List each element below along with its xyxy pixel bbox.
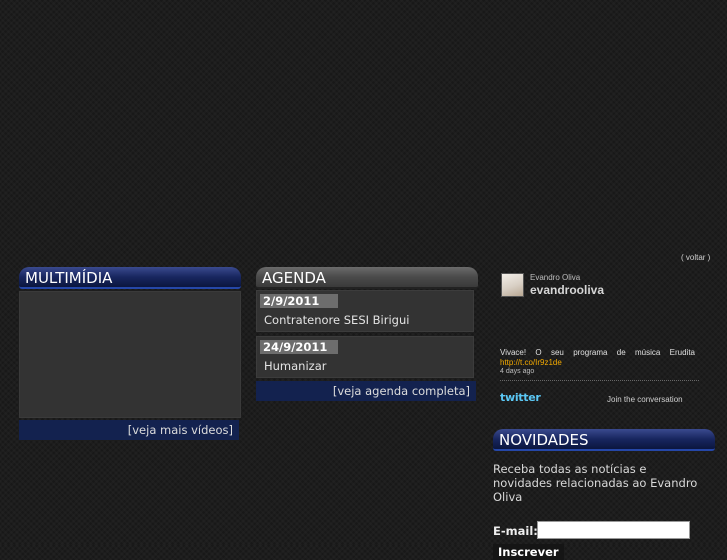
novidades-section: NOVIDADES Receba todas as notícias e nov… [493,429,715,560]
email-field[interactable] [537,521,690,539]
join-conversation-link[interactable]: Join the conversation [607,395,683,404]
twitter-logo-icon[interactable]: twitter [500,392,541,404]
avatar[interactable] [501,273,524,297]
novidades-description: Receba todas as notícias e novidades rel… [493,462,698,504]
tweet-link[interactable]: http://t.co/Ir9z1de [500,358,562,367]
subscribe-button[interactable]: Inscrever [493,544,564,560]
twitter-widget: Evandro Oliva evandrooliva Vivace! O seu… [499,271,701,411]
agenda-item[interactable]: 24/9/2011 Humanizar [256,336,474,378]
twitter-handle[interactable]: evandrooliva [530,283,604,297]
back-link[interactable]: ( voltar ) [681,253,710,262]
twitter-display-name: Evandro Oliva [530,273,581,282]
video-player[interactable] [19,291,241,418]
multimidia-title: MULTIMÍDIA [19,267,241,289]
tweet-time[interactable]: 4 days ago [500,368,534,375]
agenda-date: 24/9/2011 [260,340,338,354]
tweet-text: Vivace! O seu programa de música Erudita [500,348,695,357]
agenda-item[interactable]: 2/9/2011 Contratenore SESI Birigui [256,290,474,332]
agenda-title: AGENDA [256,267,478,289]
multimidia-section: MULTIMÍDIA [veja mais vídeos] [19,267,241,440]
more-videos-link[interactable]: [veja mais vídeos] [19,420,239,440]
agenda-section: AGENDA 2/9/2011 Contratenore SESI Birigu… [256,267,478,401]
full-agenda-link[interactable]: [veja agenda completa] [256,381,476,401]
agenda-date: 2/9/2011 [260,294,338,308]
novidades-title: NOVIDADES [493,429,715,451]
tweet-divider [500,380,699,381]
agenda-event: Humanizar [264,359,327,373]
agenda-event: Contratenore SESI Birigui [264,313,410,327]
email-label: E-mail: [493,524,538,538]
